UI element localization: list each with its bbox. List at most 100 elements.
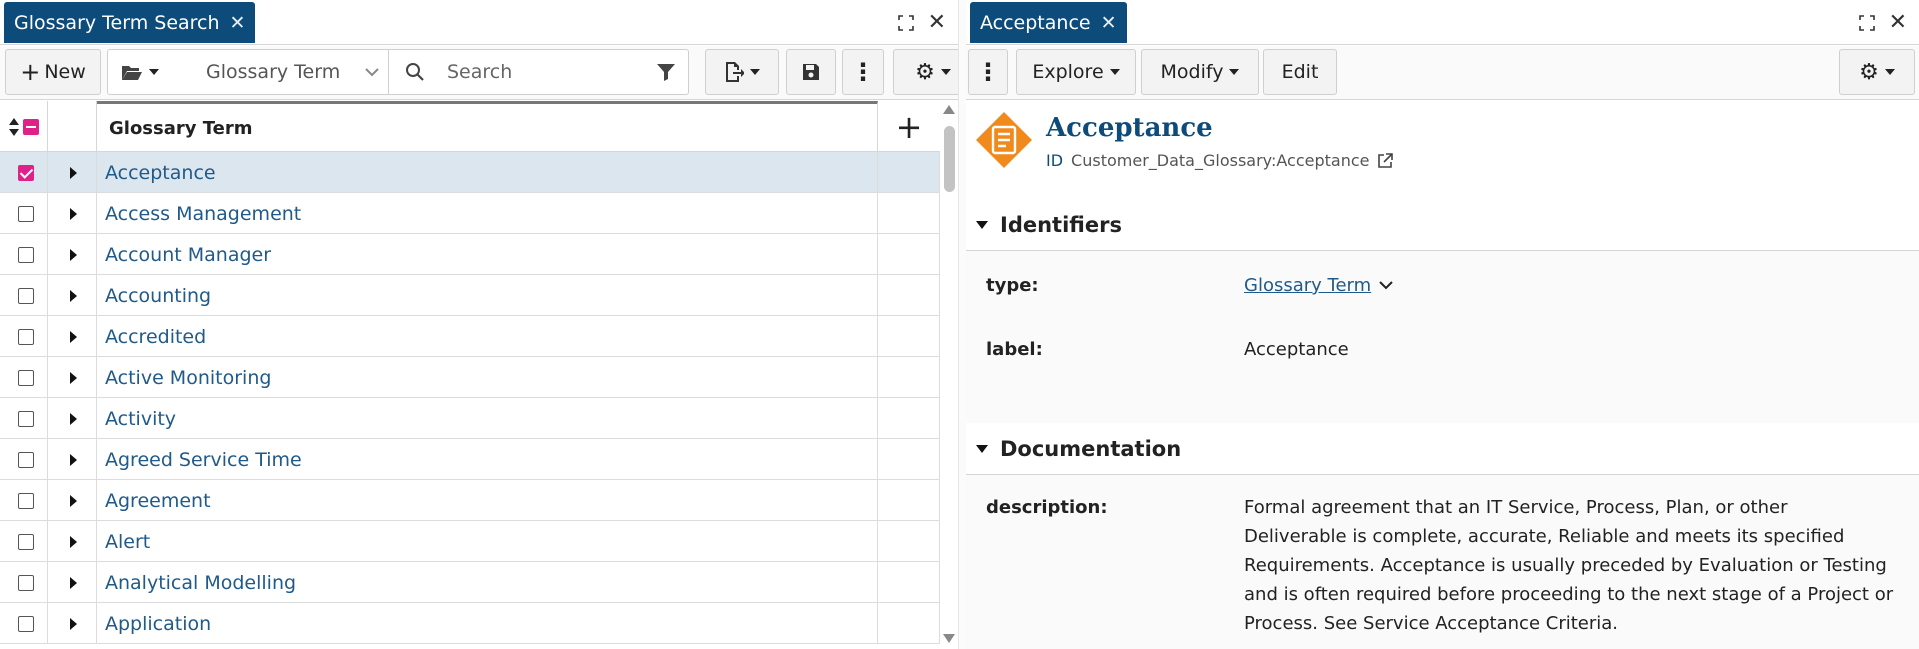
row-checkbox[interactable] bbox=[18, 492, 34, 509]
add-column-button[interactable]: + bbox=[878, 101, 940, 152]
row-select-cell bbox=[0, 562, 48, 603]
expand-triangle-icon[interactable] bbox=[70, 576, 77, 589]
edit-label: Edit bbox=[1281, 61, 1319, 83]
row-expander-cell bbox=[48, 193, 97, 234]
row-extra-cell bbox=[878, 480, 940, 521]
pane-splitter[interactable] bbox=[958, 0, 966, 649]
expand-triangle-icon[interactable] bbox=[70, 330, 77, 343]
settings-button[interactable]: ⚙ bbox=[893, 49, 958, 95]
expand-triangle-icon[interactable] bbox=[70, 248, 77, 261]
section-documentation[interactable]: Documentation bbox=[966, 423, 1919, 475]
term-link[interactable]: Agreed Service Time bbox=[97, 449, 302, 471]
expand-triangle-icon[interactable] bbox=[70, 617, 77, 630]
new-button[interactable]: + New bbox=[5, 49, 101, 95]
table-row[interactable]: Activity bbox=[0, 398, 940, 439]
search-input[interactable]: Search bbox=[447, 61, 512, 83]
chevron-down-icon bbox=[1229, 69, 1240, 75]
table-row[interactable]: Analytical Modelling bbox=[0, 562, 940, 603]
object-id: ID Customer_Data_Glossary:Acceptance bbox=[1046, 151, 1394, 170]
row-extra-cell bbox=[878, 193, 940, 234]
expand-triangle-icon[interactable] bbox=[70, 207, 77, 220]
scroll-down-icon[interactable] bbox=[943, 634, 955, 643]
term-link[interactable]: Accounting bbox=[97, 285, 211, 307]
sort-icon[interactable] bbox=[8, 117, 20, 137]
expand-triangle-icon[interactable] bbox=[70, 166, 77, 179]
settings-button[interactable]: ⚙ bbox=[1839, 49, 1915, 95]
expand-triangle-icon[interactable] bbox=[70, 371, 77, 384]
table-row[interactable]: Agreement bbox=[0, 480, 940, 521]
row-checkbox[interactable] bbox=[18, 410, 34, 427]
term-link[interactable]: Active Monitoring bbox=[97, 367, 271, 389]
expand-triangle-icon[interactable] bbox=[70, 494, 77, 507]
row-expander-cell bbox=[48, 234, 97, 275]
type-link[interactable]: Glossary Term bbox=[1244, 275, 1371, 296]
filter-icon[interactable] bbox=[656, 62, 676, 82]
chevron-down-icon[interactable] bbox=[1378, 279, 1394, 293]
table-row[interactable]: Acceptance bbox=[0, 152, 940, 193]
table-row[interactable]: Active Monitoring bbox=[0, 357, 940, 398]
modify-button[interactable]: Modify bbox=[1141, 49, 1259, 95]
column-header-glossary-term[interactable]: Glossary Term bbox=[97, 101, 878, 152]
scroll-up-icon[interactable] bbox=[943, 105, 955, 114]
external-link-icon[interactable] bbox=[1377, 152, 1394, 169]
close-icon[interactable]: ✕ bbox=[230, 12, 246, 34]
scroll-thumb[interactable] bbox=[944, 126, 955, 192]
folder-dropdown[interactable] bbox=[108, 50, 172, 94]
expand-triangle-icon[interactable] bbox=[70, 453, 77, 466]
sort-select-header[interactable] bbox=[0, 101, 48, 152]
term-link[interactable]: Access Management bbox=[97, 203, 301, 225]
maximize-icon[interactable] bbox=[897, 14, 914, 31]
term-link[interactable]: Analytical Modelling bbox=[97, 572, 296, 594]
row-checkbox[interactable] bbox=[18, 574, 34, 591]
row-checkbox[interactable] bbox=[18, 205, 34, 222]
section-title: Identifiers bbox=[1000, 212, 1122, 237]
term-link[interactable]: Alert bbox=[97, 531, 150, 553]
export-button[interactable] bbox=[705, 49, 779, 95]
table-row[interactable]: Accounting bbox=[0, 275, 940, 316]
table-row[interactable]: Agreed Service Time bbox=[0, 439, 940, 480]
row-checkbox[interactable] bbox=[18, 328, 34, 345]
more-options-button[interactable]: ⋮ bbox=[968, 49, 1008, 95]
term-link[interactable]: Account Manager bbox=[97, 244, 271, 266]
row-checkbox[interactable] bbox=[18, 533, 34, 550]
table-row[interactable]: Access Management bbox=[0, 193, 940, 234]
term-link[interactable]: Activity bbox=[97, 408, 176, 430]
term-link[interactable]: Agreement bbox=[97, 490, 211, 512]
close-pane-icon[interactable]: ✕ bbox=[928, 10, 946, 35]
row-term-cell: Access Management bbox=[97, 193, 878, 234]
table-row[interactable]: Accredited bbox=[0, 316, 940, 357]
table-row[interactable]: Application bbox=[0, 603, 940, 644]
save-button[interactable] bbox=[786, 49, 836, 95]
row-checkbox[interactable] bbox=[18, 451, 34, 468]
row-checkbox[interactable] bbox=[18, 287, 34, 304]
edit-button[interactable]: Edit bbox=[1263, 49, 1337, 95]
row-checkbox[interactable] bbox=[18, 246, 34, 263]
row-checkbox[interactable] bbox=[18, 164, 34, 181]
deselect-all-icon[interactable] bbox=[23, 118, 39, 135]
explore-button[interactable]: Explore bbox=[1016, 49, 1136, 95]
row-select-cell bbox=[0, 439, 48, 480]
row-checkbox[interactable] bbox=[18, 369, 34, 386]
term-link[interactable]: Application bbox=[97, 613, 211, 635]
table-row[interactable]: Account Manager bbox=[0, 234, 940, 275]
row-extra-cell bbox=[878, 603, 940, 644]
explore-label: Explore bbox=[1032, 61, 1104, 83]
grid-scrollbar[interactable] bbox=[940, 101, 958, 649]
tab-acceptance[interactable]: Acceptance ✕ bbox=[970, 2, 1127, 43]
maximize-icon[interactable] bbox=[1858, 14, 1875, 31]
search-field[interactable]: Search bbox=[388, 50, 688, 94]
expand-triangle-icon[interactable] bbox=[70, 535, 77, 548]
close-pane-icon[interactable]: ✕ bbox=[1889, 10, 1907, 35]
section-identifiers[interactable]: Identifiers bbox=[966, 199, 1919, 251]
expand-triangle-icon[interactable] bbox=[70, 289, 77, 302]
type-select[interactable]: Glossary Term bbox=[178, 50, 394, 94]
term-link[interactable]: Acceptance bbox=[97, 162, 216, 184]
row-checkbox[interactable] bbox=[18, 615, 34, 632]
tab-glossary-term-search[interactable]: Glossary Term Search ✕ bbox=[4, 2, 256, 43]
more-options-button[interactable]: ⋮ bbox=[842, 49, 884, 95]
term-link[interactable]: Accredited bbox=[97, 326, 206, 348]
expand-triangle-icon[interactable] bbox=[70, 412, 77, 425]
table-row[interactable]: Alert bbox=[0, 521, 940, 562]
close-icon[interactable]: ✕ bbox=[1101, 12, 1117, 34]
object-title: Acceptance bbox=[1046, 113, 1213, 143]
